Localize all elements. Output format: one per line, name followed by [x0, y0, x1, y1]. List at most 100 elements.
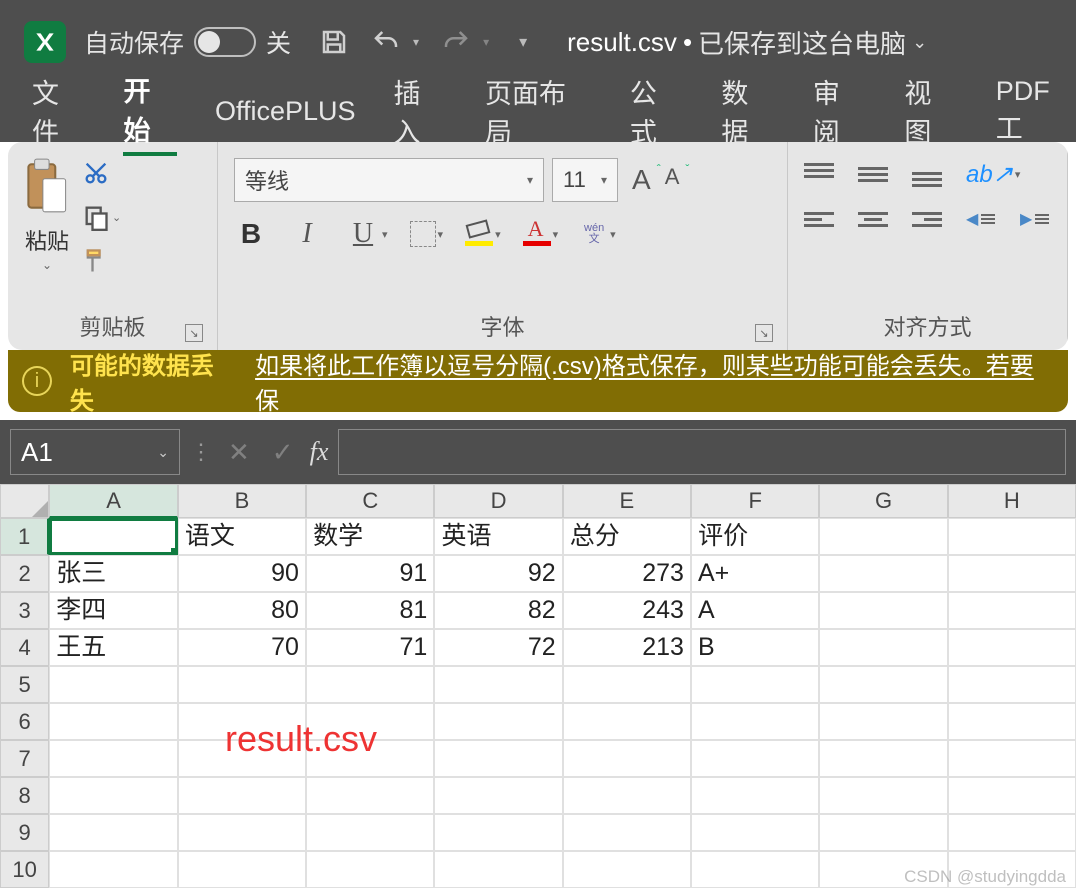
cell[interactable]	[948, 740, 1076, 777]
toggle-switch-icon[interactable]	[194, 27, 256, 57]
tab-OfficePLUS[interactable]: OfficePLUS	[215, 96, 356, 131]
tab-PDF工[interactable]: PDF工	[996, 76, 1076, 150]
cell[interactable]	[563, 740, 691, 777]
cell[interactable]	[434, 851, 562, 888]
col-header[interactable]: C	[306, 484, 434, 518]
italic-button[interactable]: I	[290, 218, 324, 250]
cell[interactable]: 李四	[49, 592, 177, 629]
cell[interactable]: 评价	[691, 518, 819, 555]
qat-customize-icon[interactable]: ▾	[519, 32, 527, 52]
redo-dropdown-icon[interactable]: ▾	[483, 35, 489, 49]
cell[interactable]	[563, 666, 691, 703]
cell[interactable]: 数学	[306, 518, 434, 555]
formula-input[interactable]	[338, 429, 1066, 475]
row-header[interactable]: 10	[0, 851, 49, 888]
font-size-combo[interactable]: 11▾	[552, 158, 618, 202]
row-header[interactable]: 2	[0, 555, 49, 592]
cell[interactable]	[948, 814, 1076, 851]
cell[interactable]	[819, 814, 947, 851]
cell[interactable]	[819, 518, 947, 555]
cell[interactable]	[434, 777, 562, 814]
warning-message[interactable]: 如果将此工作簿以逗号分隔(.csv)格式保存，则某些功能可能会丢失。若要保	[255, 350, 1054, 412]
cell[interactable]	[563, 851, 691, 888]
cell[interactable]: 语文	[178, 518, 306, 555]
cell[interactable]	[49, 518, 178, 555]
cell[interactable]	[948, 555, 1076, 592]
cell[interactable]	[819, 777, 947, 814]
cell[interactable]	[948, 518, 1076, 555]
cell[interactable]: 213	[563, 629, 691, 666]
cell[interactable]	[178, 666, 306, 703]
font-color-button[interactable]: A▾	[523, 222, 559, 246]
cell[interactable]	[948, 629, 1076, 666]
cell[interactable]	[691, 814, 819, 851]
cell[interactable]: A+	[691, 555, 819, 592]
name-box[interactable]: A1⌄	[10, 429, 180, 475]
cell[interactable]: 81	[306, 592, 434, 629]
cell[interactable]	[691, 703, 819, 740]
font-name-combo[interactable]: 等线▾	[234, 158, 544, 202]
cell[interactable]	[819, 740, 947, 777]
cell[interactable]	[691, 740, 819, 777]
cell[interactable]: A	[691, 592, 819, 629]
chevron-down-icon[interactable]: ⌄	[912, 32, 927, 53]
cell[interactable]	[49, 666, 177, 703]
cell[interactable]	[306, 814, 434, 851]
cell[interactable]	[178, 777, 306, 814]
fx-icon[interactable]: fx	[310, 437, 329, 467]
row-header[interactable]: 7	[0, 740, 49, 777]
align-middle-icon[interactable]	[858, 163, 888, 187]
cell[interactable]	[563, 814, 691, 851]
cell[interactable]	[49, 851, 177, 888]
cut-button[interactable]	[82, 156, 122, 190]
cell[interactable]	[306, 777, 434, 814]
window-title[interactable]: result.csv • 已保存到这台电脑 ⌄	[567, 24, 927, 61]
dialog-launcher-icon[interactable]: ↘	[185, 324, 203, 342]
cell[interactable]: 总分	[563, 518, 691, 555]
cell[interactable]	[49, 703, 177, 740]
col-header[interactable]: D	[434, 484, 562, 518]
paste-dropdown-icon[interactable]: ⌄	[42, 258, 52, 272]
row-header[interactable]: 5	[0, 666, 49, 703]
row-header[interactable]: 3	[0, 592, 49, 629]
cell[interactable]	[691, 777, 819, 814]
increase-indent-icon[interactable]: ▶	[1020, 207, 1050, 231]
orientation-button[interactable]: ab↗▾	[966, 160, 1020, 189]
dialog-launcher-icon[interactable]: ↘	[755, 324, 773, 342]
fill-color-button[interactable]: ▾	[465, 222, 501, 246]
row-header[interactable]: 6	[0, 703, 49, 740]
cell[interactable]	[563, 703, 691, 740]
undo-icon[interactable]	[371, 27, 401, 57]
cell[interactable]	[948, 703, 1076, 740]
increase-font-icon[interactable]: Aˆ	[632, 164, 651, 196]
redo-icon[interactable]	[441, 27, 471, 57]
col-header[interactable]: H	[948, 484, 1076, 518]
col-header[interactable]: G	[819, 484, 947, 518]
cell[interactable]	[819, 666, 947, 703]
cell[interactable]: 91	[306, 555, 434, 592]
align-top-icon[interactable]	[804, 163, 834, 187]
cell[interactable]	[948, 777, 1076, 814]
bold-button[interactable]: B	[234, 218, 268, 250]
paste-button[interactable]: 粘贴 ⌄	[18, 152, 76, 304]
cell[interactable]	[948, 592, 1076, 629]
decrease-indent-icon[interactable]: ◀	[966, 207, 996, 231]
copy-button[interactable]: ⌄	[82, 200, 122, 234]
cell[interactable]: 71	[306, 629, 434, 666]
cell[interactable]	[819, 703, 947, 740]
underline-button[interactable]: U▾	[346, 218, 388, 250]
cell[interactable]: 72	[434, 629, 562, 666]
cell[interactable]	[819, 592, 947, 629]
undo-dropdown-icon[interactable]: ▾	[413, 35, 419, 49]
cell[interactable]: 70	[178, 629, 306, 666]
cell[interactable]	[178, 814, 306, 851]
cell[interactable]	[306, 851, 434, 888]
cell[interactable]	[434, 703, 562, 740]
cell[interactable]	[819, 629, 947, 666]
cell[interactable]	[819, 555, 947, 592]
col-header[interactable]: B	[178, 484, 306, 518]
cell[interactable]: 80	[178, 592, 306, 629]
row-header[interactable]: 8	[0, 777, 49, 814]
cell[interactable]	[948, 666, 1076, 703]
cell[interactable]: 张三	[49, 555, 177, 592]
